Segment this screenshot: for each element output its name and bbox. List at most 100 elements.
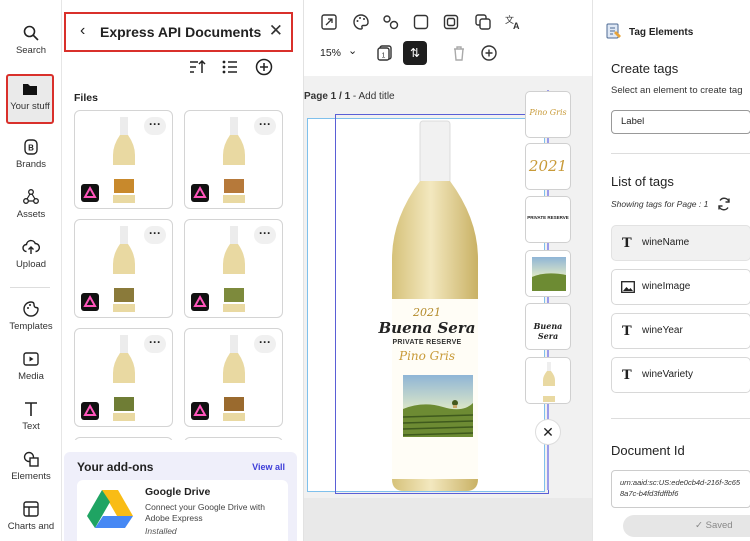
more-options-icon[interactable]: ··· (144, 117, 166, 135)
saved-button[interactable]: ✓ Saved (623, 515, 750, 537)
palette-icon[interactable] (352, 13, 370, 31)
add-title-link[interactable]: Add title (358, 91, 394, 102)
adobe-express-icon (191, 293, 209, 311)
chevron-down-icon[interactable]: ⌄ (348, 44, 357, 57)
file-card[interactable] (74, 437, 173, 440)
rail-your-stuff-label: Your stuff (10, 101, 50, 112)
files-heading: Files (74, 92, 98, 104)
files-panel: ‹ Express API Documents ✕ Files ··· ··· … (62, 0, 304, 541)
divider (611, 418, 750, 419)
file-card[interactable]: ··· (74, 110, 173, 209)
wine-bottle-thumbnail (113, 117, 135, 203)
layer-reserve[interactable]: PRIVATE RESERVE (525, 196, 571, 243)
image-type-icon (621, 281, 635, 293)
tag-item[interactable]: wineImage (611, 269, 750, 305)
more-options-icon[interactable]: ··· (144, 226, 166, 244)
resize-icon[interactable] (320, 13, 338, 31)
animate-icon[interactable] (382, 13, 400, 31)
create-tags-hint: Select an element to create tag (611, 85, 743, 96)
more-options-icon[interactable]: ··· (144, 335, 166, 353)
rail-text-label: Text (22, 421, 40, 432)
adobe-express-icon (191, 184, 209, 202)
rail-elements[interactable]: Elements (2, 450, 60, 482)
layer-name[interactable]: Buena Sera (525, 303, 571, 350)
list-view-icon[interactable] (220, 57, 240, 77)
upload-icon (22, 239, 40, 254)
search-icon (23, 25, 39, 41)
file-card[interactable]: ··· (184, 328, 283, 427)
addon-description: Connect your Google Drive with Adobe Exp… (145, 502, 266, 523)
sort-icon[interactable] (187, 57, 207, 77)
rail-text[interactable]: Text (2, 400, 60, 432)
adobe-express-icon (81, 293, 99, 311)
file-card[interactable]: ··· (184, 110, 283, 209)
rail-your-stuff[interactable]: Your stuff (6, 74, 54, 124)
panel-header: ‹ Express API Documents ✕ (64, 12, 293, 52)
rail-assets[interactable]: Assets (2, 188, 60, 220)
elements-icon (23, 451, 39, 467)
rail-charts[interactable]: Charts and (2, 500, 60, 532)
page-label[interactable]: Page 1 / 1 - Add title (304, 91, 395, 102)
layers-toggle-button[interactable]: ⇅ (403, 41, 427, 65)
file-card[interactable] (184, 437, 283, 440)
trash-icon[interactable] (450, 44, 468, 62)
more-options-icon[interactable]: ··· (254, 335, 276, 353)
view-all-link[interactable]: View all (252, 462, 285, 472)
rail-media[interactable]: Media (2, 350, 60, 382)
translate-icon[interactable]: 文A (504, 13, 522, 31)
more-options-icon[interactable]: ··· (254, 117, 276, 135)
layer-year-text: 2021 (528, 157, 568, 175)
rail-brands-label: Brands (15, 159, 47, 170)
check-icon: ✓ (695, 520, 703, 531)
file-card[interactable]: ··· (74, 219, 173, 318)
file-card[interactable]: ··· (74, 328, 173, 427)
layer-variety-text: Pino Gris (529, 108, 567, 117)
rail-search[interactable]: Search (2, 24, 60, 56)
refresh-icon[interactable] (717, 197, 731, 211)
tag-item[interactable]: T wineName (611, 225, 750, 261)
tag-name: wineYear (642, 325, 683, 336)
list-of-tags-heading: List of tags (611, 174, 674, 189)
rail-templates[interactable]: Templates (2, 300, 60, 332)
close-icon[interactable]: ✕ (269, 21, 283, 41)
text-type-icon: T (622, 368, 632, 383)
showing-tags-text: Showing tags for Page : 1 (611, 199, 709, 209)
selection-box (335, 114, 549, 494)
svg-text:B: B (28, 144, 34, 153)
brands-icon: B (24, 139, 38, 155)
page-number: Page 1 / 1 (304, 91, 351, 102)
more-options-icon[interactable]: ··· (254, 226, 276, 244)
layer-bottle[interactable] (525, 357, 571, 404)
rail-assets-label: Assets (16, 209, 46, 220)
document-id-line2: 8a7c-b4fd3fdffbf6 (620, 489, 679, 498)
file-card[interactable]: ··· (184, 219, 283, 318)
page-icon[interactable]: 1 (376, 44, 394, 62)
rail-upload[interactable]: Upload (2, 238, 60, 270)
rail-divider (10, 287, 50, 288)
chevron-left-icon[interactable]: ‹ (80, 22, 85, 40)
rail-brands[interactable]: B Brands (2, 138, 60, 170)
zoom-level[interactable]: 15% (320, 47, 341, 59)
wine-bottle-thumbnail (223, 226, 245, 312)
add-page-icon[interactable] (480, 44, 498, 62)
document-id-heading: Document Id (611, 443, 685, 458)
tag-name: wineVariety (642, 369, 693, 380)
duplicate-icon[interactable] (474, 13, 492, 31)
addon-status: Installed (145, 526, 177, 536)
document-id-field[interactable]: urn:aaid:sc:US:ede0cb4d-216f-3c65 8a7c-b… (611, 470, 750, 508)
close-layers-icon[interactable]: ✕ (535, 419, 561, 445)
layer-variety[interactable]: Pino Gris (525, 91, 571, 138)
tag-item[interactable]: T wineVariety (611, 357, 750, 393)
text-type-icon: T (622, 236, 632, 251)
square-icon[interactable] (412, 13, 430, 31)
layer-image[interactable] (525, 250, 571, 297)
label-input[interactable]: Label (611, 110, 750, 134)
addon-google-drive[interactable]: Google Drive Connect your Google Drive w… (77, 480, 288, 541)
tag-item[interactable]: T wineYear (611, 313, 750, 349)
layer-year[interactable]: 2021 (525, 143, 571, 190)
saved-label: Saved (705, 520, 733, 531)
rail-elements-label: Elements (11, 471, 51, 482)
add-icon[interactable] (254, 57, 274, 77)
divider (611, 153, 750, 154)
mask-icon[interactable] (442, 13, 460, 31)
